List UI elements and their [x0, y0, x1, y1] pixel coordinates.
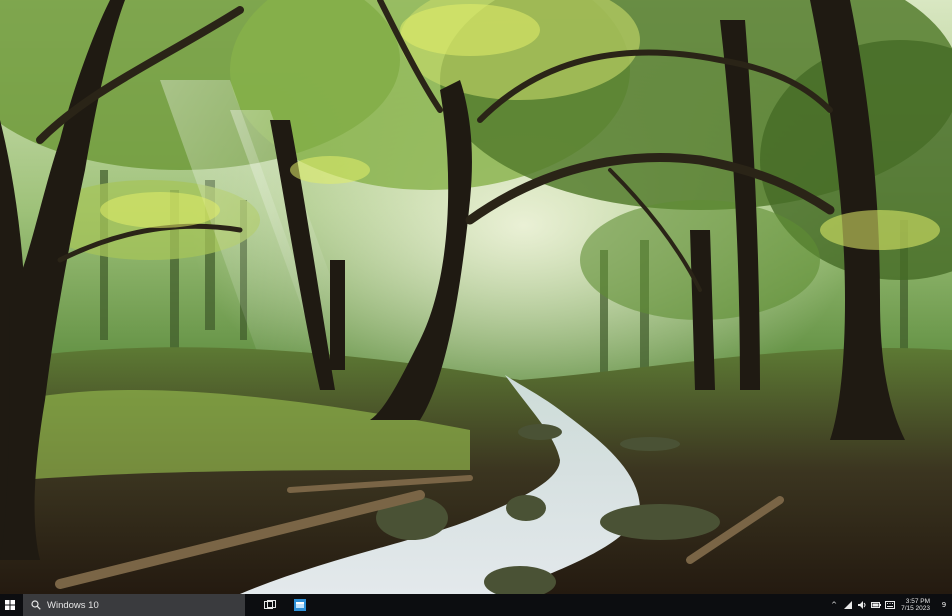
volume-icon [857, 601, 866, 609]
system-tray: ^ 3:57 PM 7/15 2023 9 [827, 594, 952, 616]
chevron-up-icon: ^ [831, 601, 838, 609]
forest-stream-wallpaper [0, 0, 952, 594]
keyboard-icon [885, 601, 896, 609]
pinned-app-button[interactable] [285, 594, 315, 616]
battery-icon [871, 602, 882, 608]
task-view-button[interactable] [255, 594, 285, 616]
search-placeholder: Windows 10 [47, 599, 99, 611]
notification-center-button[interactable]: 9 [936, 594, 952, 616]
tray-overflow-button[interactable]: ^ [827, 594, 841, 616]
taskbar: Windows 10 ^ 3:57 PM 7/15 2023 9 [0, 594, 952, 616]
clock-time: 3:57 PM [905, 597, 930, 605]
volume-button[interactable] [855, 594, 869, 616]
clock-date: 7/15 2023 [901, 605, 930, 612]
notification-count: 9 [941, 601, 947, 609]
taskbar-clock[interactable]: 3:57 PM 7/15 2023 [897, 594, 936, 616]
desktop-wallpaper [0, 0, 952, 594]
app-icon [294, 599, 306, 611]
start-button[interactable] [0, 594, 20, 616]
search-icon [31, 600, 41, 610]
battery-button[interactable] [869, 594, 883, 616]
network-icon [844, 601, 853, 609]
taskbar-search-box[interactable]: Windows 10 [23, 594, 245, 616]
task-view-icon [264, 600, 276, 609]
windows-logo-icon [5, 600, 15, 610]
network-button[interactable] [841, 594, 855, 616]
language-button[interactable] [883, 594, 897, 616]
